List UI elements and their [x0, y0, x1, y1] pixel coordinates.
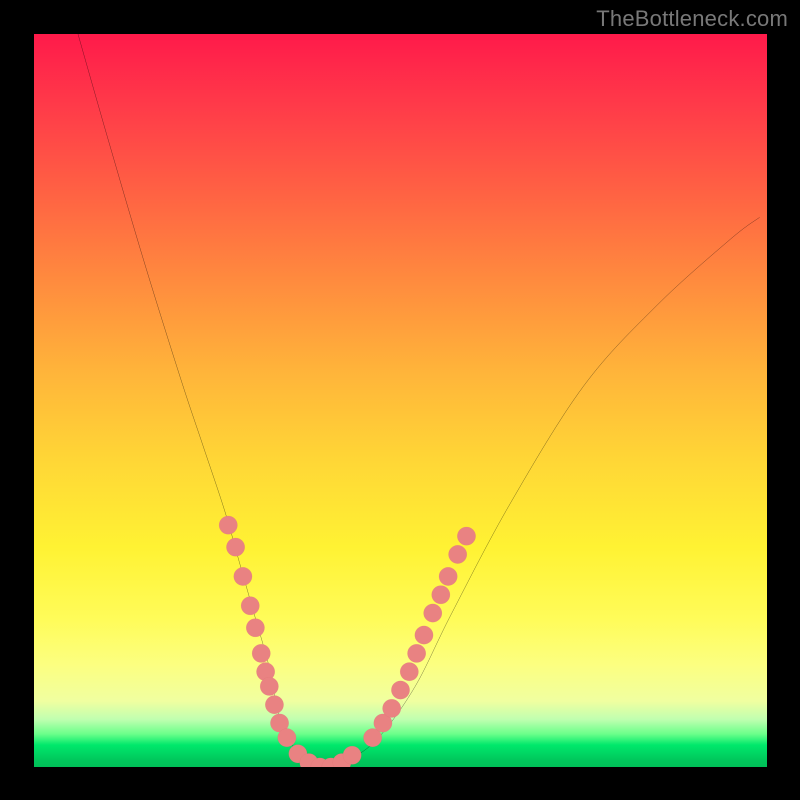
- watermark: TheBottleneck.com: [596, 6, 788, 32]
- marker-dot: [241, 597, 259, 615]
- markers-group: [219, 516, 476, 767]
- chart-svg: [34, 34, 767, 767]
- marker-dot: [265, 696, 283, 714]
- marker-dot: [424, 604, 442, 622]
- marker-dot: [252, 644, 270, 662]
- marker-dot: [407, 644, 425, 662]
- marker-dot: [343, 746, 361, 764]
- marker-dot: [449, 545, 467, 563]
- marker-dot: [246, 619, 264, 637]
- marker-dot: [234, 567, 252, 585]
- marker-dot: [383, 699, 401, 717]
- marker-dot: [457, 527, 475, 545]
- marker-dot: [439, 567, 457, 585]
- marker-dot: [219, 516, 237, 534]
- plot-area: [34, 34, 767, 767]
- chart-container: TheBottleneck.com: [0, 0, 800, 800]
- marker-dot: [391, 681, 409, 699]
- marker-dot: [432, 586, 450, 604]
- marker-dot: [278, 729, 296, 747]
- marker-dot: [226, 538, 244, 556]
- marker-dot: [415, 626, 433, 644]
- marker-dot: [400, 663, 418, 681]
- marker-dot: [260, 677, 278, 695]
